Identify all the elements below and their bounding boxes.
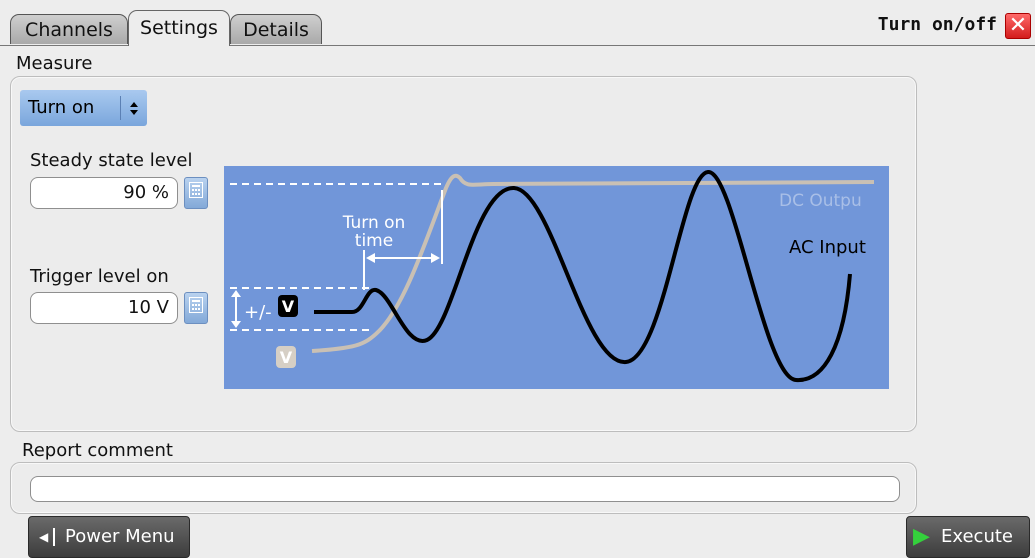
report-comment-input[interactable] bbox=[30, 476, 900, 502]
steady-state-input[interactable]: 90 % bbox=[30, 177, 178, 209]
v-badge-light-text: V bbox=[280, 348, 293, 367]
select-separator bbox=[120, 96, 121, 120]
close-icon[interactable]: ✕ bbox=[1005, 13, 1031, 39]
plus-minus-label: +/- bbox=[244, 302, 272, 323]
execute-button[interactable]: ▶ Execute bbox=[906, 516, 1030, 558]
tab-details[interactable]: Details bbox=[230, 14, 322, 44]
updown-arrow-icon bbox=[129, 90, 139, 141]
trigger-level-input[interactable]: 10 V bbox=[30, 292, 178, 324]
back-arrow-icon: ◀ bbox=[39, 530, 49, 544]
power-menu-button[interactable]: ◀ Power Menu bbox=[28, 516, 190, 558]
steady-state-label: Steady state level bbox=[30, 150, 193, 171]
trigger-level-keypad-icon[interactable] bbox=[184, 292, 208, 324]
measure-mode-value: Turn on bbox=[28, 97, 95, 118]
dc-output-label: DC Outpu bbox=[779, 191, 862, 211]
turn-on-time-label-line2: time bbox=[355, 231, 393, 251]
power-menu-label: Power Menu bbox=[65, 526, 175, 547]
trigger-level-label: Trigger level on bbox=[30, 266, 169, 287]
turn-on-diagram: Turn on time DC Outpu AC Input +/- V V bbox=[224, 166, 889, 389]
measure-mode-select[interactable]: Turn on bbox=[20, 90, 147, 126]
dialog-title: Turn on/off bbox=[877, 14, 997, 35]
report-comment-label: Report comment bbox=[22, 440, 173, 461]
ac-input-label: AC Input bbox=[789, 237, 866, 258]
turn-on-time-label-line1: Turn on bbox=[342, 213, 406, 233]
v-badge-text: V bbox=[282, 297, 295, 316]
steady-state-keypad-icon[interactable] bbox=[184, 177, 208, 209]
tab-settings[interactable]: Settings bbox=[128, 10, 230, 46]
execute-label: Execute bbox=[941, 526, 1013, 547]
measure-label: Measure bbox=[16, 53, 93, 74]
tab-channels[interactable]: Channels bbox=[10, 14, 128, 44]
button-divider bbox=[53, 528, 55, 546]
play-icon: ▶ bbox=[913, 524, 930, 549]
